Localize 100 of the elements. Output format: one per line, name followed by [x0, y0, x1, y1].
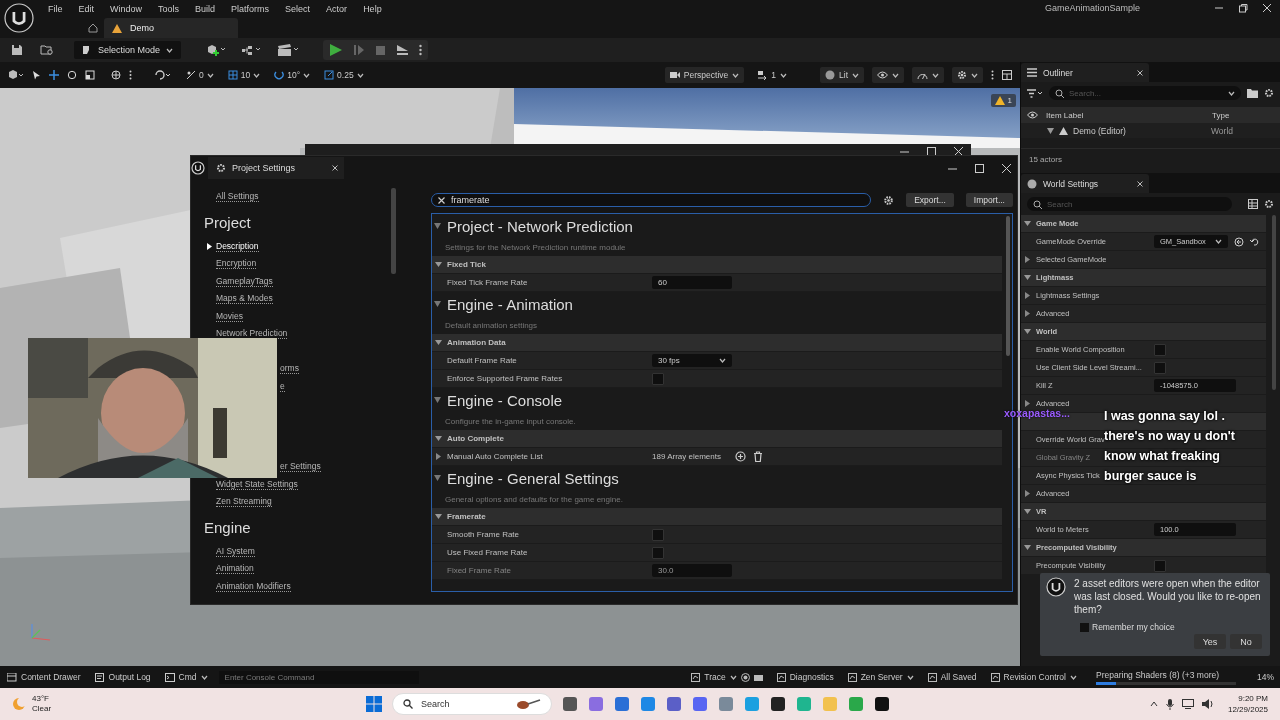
menu-item[interactable]: Window [102, 4, 151, 14]
show-dropdown[interactable] [872, 67, 904, 83]
more-icon[interactable] [419, 44, 423, 56]
app-icon[interactable] [562, 696, 578, 712]
move-icon[interactable] [49, 70, 59, 80]
chevron-icon [892, 71, 899, 79]
caret-down-icon[interactable] [1024, 328, 1031, 335]
checkbox[interactable] [1080, 622, 1089, 632]
caret-down-icon[interactable] [1024, 274, 1031, 281]
transform-menu-icon[interactable] [8, 69, 24, 81]
caret-down-icon[interactable] [1024, 508, 1031, 515]
caret-down-icon[interactable] [1024, 544, 1031, 551]
close-icon[interactable] [1137, 69, 1143, 76]
checkbox[interactable] [1154, 343, 1166, 356]
outliner-tab[interactable]: Outliner [1021, 63, 1149, 82]
settings-dropdown[interactable] [952, 67, 983, 83]
status-button[interactable]: Cmd [157, 672, 215, 682]
snap-dropdown[interactable]: 10° [274, 70, 311, 80]
clock-date[interactable]: 12/29/2025 [1227, 704, 1268, 715]
snap-dropdown[interactable]: 0 [186, 70, 214, 80]
column-header[interactable]: Type [1212, 110, 1230, 120]
menu-item[interactable]: Actor [318, 4, 356, 14]
rotate-icon[interactable] [67, 70, 77, 80]
weather-icon [12, 697, 26, 711]
caret-down-icon[interactable] [1024, 220, 1031, 227]
status-button[interactable]: All Saved [920, 672, 984, 682]
restore-icon[interactable] [1238, 3, 1248, 13]
caret-right-icon[interactable] [1024, 256, 1031, 263]
dialog-button[interactable]: No [1230, 634, 1262, 649]
status-button[interactable]: Output Log [87, 672, 158, 682]
checkbox-label: Remember my choice [1092, 622, 1175, 632]
caret-right-icon[interactable] [1024, 310, 1031, 317]
app-icon[interactable] [770, 696, 786, 712]
settings-icon[interactable] [1264, 199, 1274, 209]
clock-time[interactable]: 9:20 PM [1238, 693, 1268, 704]
layout-icon[interactable] [1002, 70, 1012, 80]
lit-dropdown[interactable]: Lit [820, 67, 864, 83]
search-field[interactable]: Search [392, 693, 552, 715]
menu-item[interactable]: Platforms [223, 4, 278, 14]
globe-icon[interactable] [111, 70, 121, 80]
snap-dropdown[interactable]: 10 [227, 70, 261, 80]
play-icon[interactable] [329, 43, 344, 57]
status-button[interactable]: Content Drawer [0, 672, 88, 682]
select-icon[interactable] [32, 70, 41, 80]
scale-icon[interactable] [85, 70, 95, 80]
advance-icon[interactable] [353, 44, 366, 56]
menu-item[interactable]: Help [355, 4, 390, 14]
camera-speed-dropdown[interactable]: 1 [752, 67, 792, 83]
eject-icon[interactable] [396, 44, 410, 56]
folder-search-icon[interactable] [40, 44, 54, 56]
angle-snap-icon [186, 70, 196, 80]
checkbox[interactable] [1154, 361, 1166, 374]
column-header[interactable]: Item Label [1046, 110, 1212, 120]
caret-down-icon[interactable] [1047, 127, 1054, 134]
chevron-up-icon[interactable] [1149, 700, 1158, 708]
checkbox[interactable] [1154, 559, 1166, 572]
menu-item[interactable]: File [40, 4, 71, 14]
more-icon[interactable] [991, 70, 994, 80]
table-icon[interactable] [1248, 199, 1258, 209]
reset-icon[interactable] [1250, 237, 1259, 246]
performance-dropdown[interactable] [912, 67, 944, 83]
menu-item[interactable]: Tools [150, 4, 188, 14]
camera-icon[interactable] [753, 672, 763, 682]
selection-mode-button[interactable]: Selection Mode [74, 41, 182, 59]
record-icon[interactable] [740, 672, 750, 682]
network-icon[interactable] [1181, 699, 1194, 709]
status-button[interactable]: Diagnostics [769, 672, 841, 682]
world-settings-tab[interactable]: World Settings [1021, 174, 1149, 193]
home-icon[interactable] [88, 23, 98, 33]
dialog-button[interactable]: Yes [1194, 634, 1226, 649]
microphone-icon[interactable] [1165, 698, 1174, 710]
menu-item[interactable]: Edit [70, 4, 103, 14]
close-icon[interactable] [1262, 3, 1272, 13]
menu-item[interactable]: Build [187, 4, 224, 14]
start-icon[interactable] [366, 696, 382, 712]
volume-icon[interactable] [1201, 699, 1214, 709]
settings-icon[interactable] [1264, 88, 1274, 98]
status-button[interactable]: Trace [684, 672, 770, 682]
menu-item[interactable]: Select [277, 4, 319, 14]
status-button[interactable]: Zen Server [840, 672, 921, 682]
perspective-dropdown[interactable]: Perspective [664, 67, 745, 83]
app-icon[interactable] [874, 696, 890, 712]
filter-icon[interactable] [1027, 88, 1043, 98]
actor-label[interactable]: Demo (Editor) [1073, 125, 1211, 136]
close-icon[interactable] [1137, 180, 1143, 187]
visibility-icon[interactable] [1027, 111, 1038, 119]
status-button[interactable]: Revision Control [983, 672, 1084, 682]
stop-icon[interactable] [375, 44, 387, 56]
add-folder-icon[interactable] [1247, 88, 1258, 98]
chevron-icon [303, 71, 311, 79]
surface-snap-icon[interactable] [154, 69, 172, 81]
add-actor-icon[interactable] [207, 44, 228, 56]
caret-right-icon[interactable] [1024, 292, 1031, 299]
browse-icon[interactable] [1234, 236, 1244, 247]
level-tab[interactable]: Demo [104, 18, 238, 38]
more-icon[interactable] [129, 70, 132, 80]
caret-right-icon[interactable] [1024, 400, 1031, 407]
snap-dropdown[interactable]: 0.25 [324, 70, 364, 80]
console-input[interactable]: Enter Console Command [218, 670, 419, 684]
caret-right-icon[interactable] [1024, 490, 1031, 497]
